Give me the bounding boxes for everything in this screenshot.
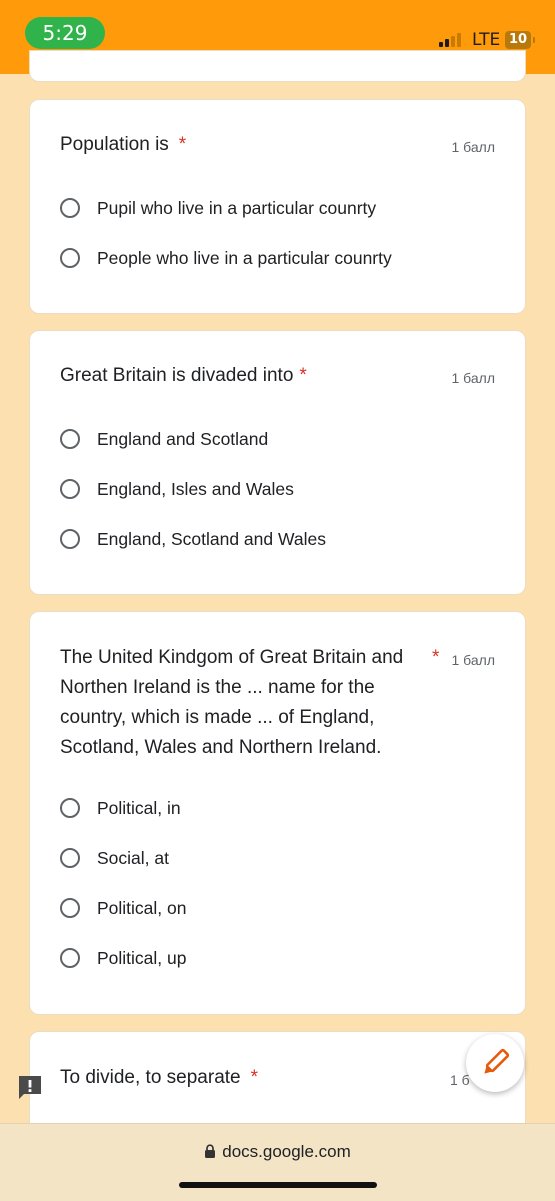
required-asterisk: * <box>299 365 307 386</box>
question-text: To divide, to separate <box>60 1067 241 1088</box>
option-label: People who live in a particular counrty <box>97 247 392 268</box>
points-label: 1 балл <box>451 139 496 155</box>
radio-option[interactable]: Political, up <box>60 943 187 973</box>
network-label: LTE <box>472 30 501 50</box>
points-label: 1 балл <box>451 370 496 386</box>
question-title: Great Britain is divaded into * <box>60 361 307 391</box>
previous-question-card <box>29 50 526 82</box>
question-text-line: Northen Ireland is the ... name for the <box>60 677 375 698</box>
url-text: docs.google.com <box>222 1142 351 1161</box>
radio-option[interactable]: England, Scotland and Wales <box>60 524 326 554</box>
question-text-line: Scotland, Wales and Northern Ireland. <box>60 737 382 758</box>
radio-button[interactable] <box>60 479 80 499</box>
battery-tip <box>533 37 535 43</box>
question-card: The United Kindgom of Great Britain and … <box>29 611 526 1015</box>
radio-button[interactable] <box>60 248 80 268</box>
question-text: Great Britain is divaded into <box>60 365 294 386</box>
radio-option[interactable]: Political, on <box>60 893 187 923</box>
option-label: Political, in <box>97 797 181 818</box>
radio-button[interactable] <box>60 798 80 818</box>
required-asterisk: * <box>432 647 440 668</box>
radio-option[interactable]: Political, in <box>60 793 181 823</box>
question-card: Great Britain is divaded into * 1 балл En… <box>29 330 526 595</box>
pencil-icon <box>484 1048 510 1074</box>
home-indicator[interactable] <box>179 1182 377 1188</box>
address-bar[interactable]: docs.google.com <box>0 1142 555 1162</box>
required-asterisk: * <box>178 134 187 155</box>
radio-button[interactable] <box>60 429 80 449</box>
radio-option[interactable]: England, Isles and Wales <box>60 474 294 504</box>
question-card: Population is * 1 балл Pupil who live in … <box>29 99 526 314</box>
option-label: England and Scotland <box>97 428 269 449</box>
signal-icon <box>439 33 465 47</box>
question-title: Population is * <box>60 130 186 160</box>
question-title: The United Kindgom of Great Britain and … <box>60 643 440 763</box>
browser-bottom-bar: docs.google.com <box>0 1123 555 1201</box>
radio-option[interactable]: People who live in a particular counrty <box>60 243 392 273</box>
feedback-icon[interactable] <box>16 1073 44 1101</box>
edit-fab-button[interactable] <box>466 1034 524 1092</box>
option-label: Political, up <box>97 947 187 968</box>
radio-button[interactable] <box>60 898 80 918</box>
option-label: England, Isles and Wales <box>97 478 294 499</box>
option-label: England, Scotland and Wales <box>97 528 326 549</box>
question-text: Population is <box>60 134 169 155</box>
radio-option[interactable]: England and Scotland <box>60 424 268 454</box>
radio-option[interactable]: Social, at <box>60 843 169 873</box>
status-time: 5:29 <box>25 17 105 49</box>
radio-button[interactable] <box>60 948 80 968</box>
points-label: 1 балл <box>451 652 496 668</box>
radio-option[interactable]: Pupil who live in a particular counrty <box>60 193 376 223</box>
option-label: Pupil who live in a particular counrty <box>97 197 377 218</box>
radio-button[interactable] <box>60 529 80 549</box>
battery-icon: 10 <box>505 31 531 49</box>
radio-button[interactable] <box>60 198 80 218</box>
required-asterisk: * <box>250 1067 259 1088</box>
option-label: Social, at <box>97 847 169 868</box>
radio-button[interactable] <box>60 848 80 868</box>
lock-icon <box>205 1144 216 1158</box>
option-label: Political, on <box>97 897 187 918</box>
question-text-line: The United Kindgom of Great Britain and <box>60 647 404 668</box>
question-text-line: country, which is made ... of England, <box>60 707 375 728</box>
question-title: To divide, to separate * <box>60 1063 258 1093</box>
